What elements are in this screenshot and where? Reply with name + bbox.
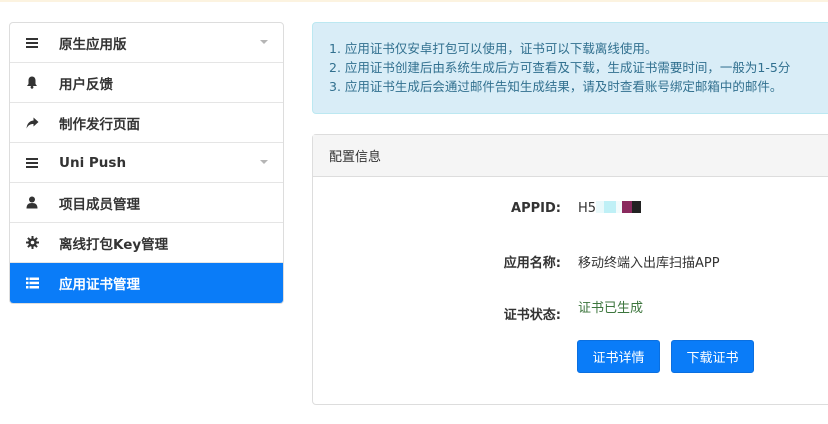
- sidebar-item-feedback[interactable]: 用户反馈: [10, 63, 283, 103]
- caret-down-icon: [260, 160, 268, 164]
- redaction-mark: [622, 201, 633, 213]
- sidebar-item-label: 项目成员管理: [59, 196, 140, 213]
- certificate-details-button[interactable]: 证书详情: [577, 340, 660, 373]
- sidebar-item-label: 离线打包Key管理: [59, 236, 169, 253]
- sidebar-item-label: 应用证书管理: [59, 277, 140, 293]
- status-label: 证书状态:: [503, 308, 561, 323]
- redaction-mark: [596, 201, 605, 213]
- top-strip: [0, 0, 828, 2]
- sidebar-item-release-page[interactable]: 制作发行页面: [10, 103, 283, 143]
- appid-value-group: H5: [578, 201, 642, 216]
- share-arrow-icon: [24, 115, 40, 131]
- sidebar-item-label: 制作发行页面: [59, 116, 140, 133]
- notice-line-2: 2. 应用证书创建后由系统生成后方可查看及下载，生成证书需要时间，一般为1-5分: [329, 60, 791, 75]
- sidebar-item-app-certificate[interactable]: 应用证书管理: [10, 263, 283, 303]
- sidebar-item-members[interactable]: 项目成员管理: [10, 183, 283, 223]
- appname-value: 移动终端入出库扫描APP: [578, 256, 720, 271]
- sidebar-nav: 原生应用版 用户反馈 制作发行页面 Uni Push 项目成员管理 离线打包Ke…: [9, 22, 284, 304]
- notice-line-3: 3. 应用证书生成后会通过邮件告知生成结果，请及时查看账号绑定邮箱中的邮件。: [329, 79, 783, 94]
- user-icon: [24, 195, 40, 211]
- caret-down-icon: [260, 40, 268, 44]
- list-icon: [24, 275, 40, 291]
- sidebar-item-offline-key[interactable]: 离线打包Key管理: [10, 223, 283, 263]
- panel-title: 配置信息: [313, 135, 828, 177]
- notice-line-1: 1. 应用证书仅安卓打包可以使用，证书可以下载离线使用。: [329, 41, 658, 56]
- sidebar-item-label: 原生应用版: [59, 36, 127, 53]
- sidebar-item-label: 用户反馈: [59, 76, 113, 93]
- download-certificate-button[interactable]: 下载证书: [671, 340, 754, 373]
- redaction-mark: [632, 201, 642, 213]
- sidebar-item-native-app[interactable]: 原生应用版: [10, 23, 283, 63]
- sidebar-item-label: Uni Push: [59, 154, 127, 171]
- redaction-mark: [604, 201, 617, 213]
- bars-icon: [24, 35, 40, 51]
- certificate-notice: 1. 应用证书仅安卓打包可以使用，证书可以下载离线使用。 2. 应用证书创建后由…: [312, 22, 828, 114]
- gear-icon: [24, 235, 40, 251]
- status-value: 证书已生成: [578, 301, 644, 316]
- appname-label: 应用名称:: [503, 256, 561, 271]
- config-panel: 配置信息 APPID: H5 应用名称: 移动终端入出库扫描APP 证书状态: …: [312, 134, 828, 405]
- sidebar-item-uni-push[interactable]: Uni Push: [10, 143, 283, 183]
- bars-icon: [24, 155, 40, 171]
- appid-label: APPID:: [511, 201, 561, 216]
- bell-icon: [24, 75, 40, 91]
- appid-value: H5: [578, 201, 597, 216]
